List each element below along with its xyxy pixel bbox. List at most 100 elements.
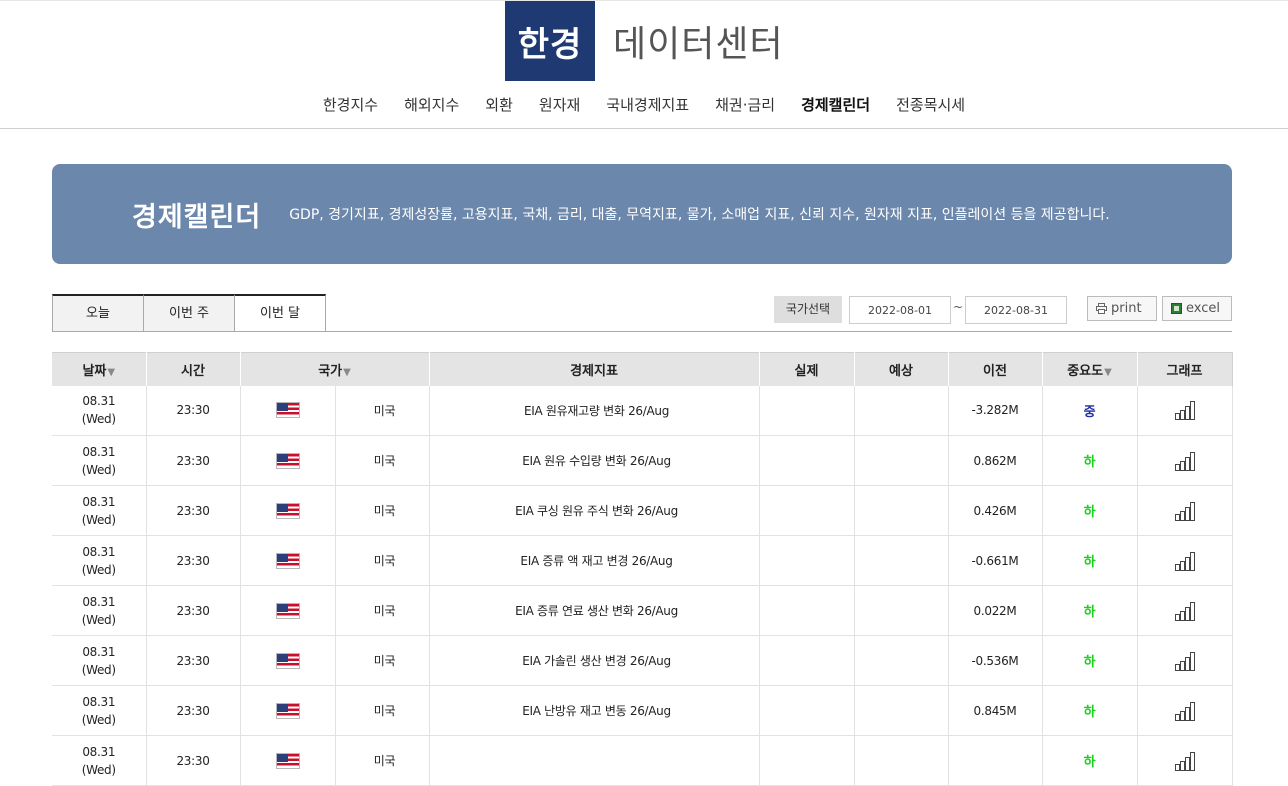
row-actual (759, 585, 855, 636)
bar-chart-icon[interactable] (1174, 751, 1196, 771)
date-separator: ~ (953, 300, 964, 314)
importance-badge: 중 (1083, 404, 1096, 420)
site-logo[interactable]: 한경 데이터센터 (505, 1, 784, 81)
bar-chart-icon[interactable] (1174, 651, 1196, 671)
sort-caret-icon: ▼ (1104, 366, 1112, 378)
importance-badge: 하 (1083, 505, 1096, 520)
table-row: 08.31 (Wed) 23:30 미국 EIA 증류 연료 생산 변화 26/Aug 0… (52, 585, 1233, 636)
importance-badge: 하 (1083, 755, 1096, 770)
row-indicator[interactable]: EIA 원유재고량 변화 26/Aug (429, 385, 760, 436)
row-country: 미국 (335, 485, 430, 536)
table-row: 08.31 (Wed) 23:30 미국 EIA 쿠싱 원유 주식 변화 26/Aug 0… (52, 485, 1233, 536)
row-previous: -0.661M (948, 535, 1043, 586)
date-to-input[interactable] (965, 296, 1067, 324)
nav-item-forex[interactable]: 외환 (472, 92, 526, 118)
nav-item-bonds-rates[interactable]: 채권·금리 (702, 92, 788, 118)
table-header-row: 날짜▼ 시간 국가▼ 경제지표 실제 예상 이전 중요도▼ 그래프 (52, 352, 1233, 386)
row-actual (759, 385, 855, 436)
row-country: 미국 (335, 735, 430, 786)
nav-item-domestic-economy[interactable]: 국내경제지표 (593, 92, 702, 118)
row-graph (1137, 385, 1233, 436)
bar-chart-icon[interactable] (1174, 601, 1196, 621)
row-date-value: 08.31 (82, 544, 116, 559)
row-forecast (854, 535, 949, 586)
row-graph (1137, 635, 1233, 686)
period-tabs: 오늘 이번 주 이번 달 (52, 294, 326, 332)
bar-chart-icon[interactable] (1174, 701, 1196, 721)
row-time: 23:30 (146, 735, 241, 786)
header-divider (0, 128, 1288, 129)
row-date: 08.31 (Wed) (52, 485, 147, 536)
row-forecast (854, 385, 949, 436)
row-previous: -0.536M (948, 635, 1043, 686)
row-actual (759, 635, 855, 686)
nav-item-economic-calendar[interactable]: 경제캘린더 (788, 92, 883, 118)
logo-text: 데이터센터 (613, 24, 784, 65)
importance-badge: 하 (1083, 555, 1096, 570)
row-indicator[interactable]: EIA 쿠싱 원유 주식 변화 26/Aug (429, 485, 760, 536)
row-day: (Wed) (81, 412, 116, 427)
row-indicator[interactable] (429, 735, 760, 786)
bar-chart-icon[interactable] (1174, 451, 1196, 471)
us-flag-icon (275, 502, 300, 519)
row-actual (759, 435, 855, 486)
country-select-button[interactable]: 국가선택 (774, 296, 842, 323)
header-importance[interactable]: 중요도▼ (1042, 352, 1138, 386)
header-time: 시간 (146, 352, 241, 386)
importance-badge: 하 (1083, 455, 1096, 470)
tab-today[interactable]: 오늘 (52, 294, 144, 332)
importance-badge: 하 (1083, 705, 1096, 720)
row-time: 23:30 (146, 585, 241, 636)
us-flag-icon (275, 402, 300, 419)
row-forecast (854, 435, 949, 486)
header-country[interactable]: 국가▼ (240, 352, 430, 386)
tab-this-week[interactable]: 이번 주 (143, 294, 235, 332)
row-country: 미국 (335, 435, 430, 486)
nav-item-all-stocks[interactable]: 전종목시세 (883, 92, 978, 118)
row-forecast (854, 585, 949, 636)
header-date[interactable]: 날짜▼ (52, 352, 147, 386)
print-button[interactable]: print (1087, 296, 1157, 321)
row-date: 08.31 (Wed) (52, 735, 147, 786)
row-date-value: 08.31 (82, 744, 116, 759)
economic-calendar-table: 날짜▼ 시간 국가▼ 경제지표 실제 예상 이전 중요도▼ 그래프 08.31 (… (52, 352, 1233, 786)
row-importance: 중 (1042, 385, 1138, 436)
row-date: 08.31 (Wed) (52, 585, 147, 636)
importance-badge: 하 (1083, 655, 1096, 670)
row-previous: -3.282M (948, 385, 1043, 436)
table-row: 08.31 (Wed) 23:30 미국 EIA 가솔린 생산 변경 26/Aug -0.… (52, 635, 1233, 686)
date-from-input[interactable] (849, 296, 951, 324)
row-actual (759, 685, 855, 736)
page-banner: 경제캘린더 GDP, 경기지표, 경제성장률, 고용지표, 국채, 금리, 대출… (52, 164, 1232, 264)
bar-chart-icon[interactable] (1174, 551, 1196, 571)
row-importance: 하 (1042, 535, 1138, 586)
bar-chart-icon[interactable] (1174, 501, 1196, 521)
nav-item-commodities[interactable]: 원자재 (526, 92, 593, 118)
row-indicator[interactable]: EIA 증류 연료 생산 변화 26/Aug (429, 585, 760, 636)
row-forecast (854, 485, 949, 536)
row-indicator[interactable]: EIA 증류 액 재고 변경 26/Aug (429, 535, 760, 586)
nav-item-hankyung-index[interactable]: 한경지수 (310, 92, 391, 118)
row-date: 08.31 (Wed) (52, 685, 147, 736)
nav-item-overseas-index[interactable]: 해외지수 (391, 92, 472, 118)
row-indicator[interactable]: EIA 가솔린 생산 변경 26/Aug (429, 635, 760, 686)
row-time: 23:30 (146, 685, 241, 736)
row-previous: 0.426M (948, 485, 1043, 536)
header-actual: 실제 (759, 352, 855, 386)
row-country: 미국 (335, 535, 430, 586)
row-previous: 0.022M (948, 585, 1043, 636)
row-day: (Wed) (81, 462, 116, 477)
row-date-value: 08.31 (82, 444, 116, 459)
row-day: (Wed) (81, 512, 116, 527)
tab-this-month[interactable]: 이번 달 (234, 294, 326, 332)
row-graph (1137, 485, 1233, 536)
excel-button[interactable]: excel (1162, 296, 1232, 321)
row-date: 08.31 (Wed) (52, 435, 147, 486)
row-date: 08.31 (Wed) (52, 385, 147, 436)
row-actual (759, 735, 855, 786)
bar-chart-icon[interactable] (1174, 400, 1196, 421)
row-indicator[interactable]: EIA 난방유 재고 변동 26/Aug (429, 685, 760, 736)
row-indicator[interactable]: EIA 원유 수입량 변화 26/Aug (429, 435, 760, 486)
row-country: 미국 (335, 585, 430, 636)
row-time: 23:30 (146, 385, 241, 436)
